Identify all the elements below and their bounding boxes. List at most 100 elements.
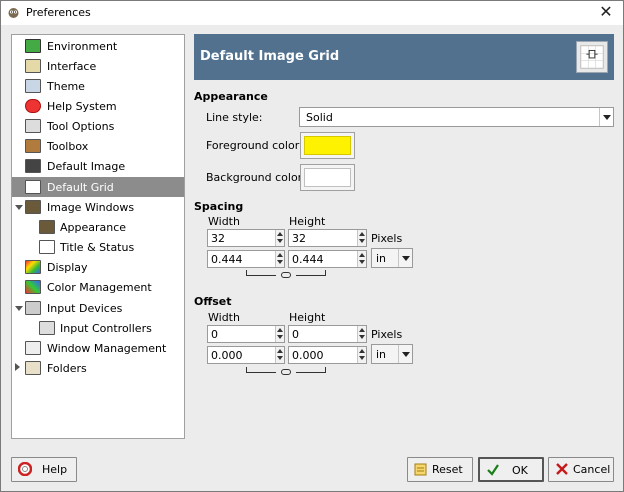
expander-closed-icon[interactable] (15, 363, 20, 371)
cancel-button[interactable]: Cancel (548, 457, 614, 482)
sidebar-item-label: Appearance (60, 221, 127, 234)
theme-icon (25, 79, 41, 93)
grid-icon (576, 41, 608, 73)
expander-open-icon[interactable] (15, 306, 23, 311)
page-title: Default Image Grid (200, 49, 340, 64)
foreground-color-button[interactable] (300, 132, 355, 159)
line-style-label: Line style: (206, 111, 263, 124)
offset-chain-link[interactable] (246, 367, 326, 377)
sidebar-item-label: Tool Options (47, 120, 115, 133)
chevron-down-icon (398, 345, 412, 363)
spin-arrows-icon[interactable] (357, 347, 366, 363)
help-button-label: Help (42, 463, 68, 476)
background-color-swatch (304, 168, 351, 187)
offset-width-px-input[interactable]: 0 (207, 325, 285, 343)
sidebar-item-input-controllers[interactable]: Input Controllers (12, 318, 184, 338)
sidebar-item-tool-options[interactable]: Tool Options (12, 116, 184, 136)
help-button[interactable]: Help (11, 457, 77, 482)
ok-check-icon (487, 464, 499, 476)
spin-arrows-icon[interactable] (275, 326, 284, 342)
sidebar-item-label: Default Grid (47, 181, 114, 194)
spin-arrows-icon[interactable] (275, 251, 284, 267)
chain-icon (281, 369, 291, 375)
spin-arrows-icon[interactable] (275, 230, 284, 246)
offset-pixels-label: Pixels (371, 328, 403, 341)
offset-width-label: Width (208, 311, 240, 324)
sidebar-item-label: Input Devices (47, 302, 123, 315)
spacing-height-in-input[interactable]: 0.444 (288, 250, 367, 268)
spacing-height-in-value: 0.444 (292, 253, 324, 266)
spin-arrows-icon[interactable] (275, 347, 284, 363)
sidebar-item-input-devices[interactable]: Input Devices (12, 298, 184, 318)
spacing-width-px-value: 32 (211, 232, 225, 245)
sidebar-item-title-status[interactable]: Title & Status (12, 237, 184, 257)
offset-width-px-value: 0 (211, 328, 218, 341)
line-style-value: Solid (306, 111, 333, 124)
sidebar-item-interface[interactable]: Interface (12, 56, 184, 76)
chevron-down-icon (398, 249, 412, 267)
expander-open-icon[interactable] (15, 205, 23, 210)
line-style-select[interactable]: Solid (299, 107, 614, 127)
spacing-chain-link[interactable] (246, 270, 326, 280)
display-icon (25, 260, 41, 274)
window-title: Preferences (26, 6, 91, 19)
close-icon[interactable]: ✕ (597, 3, 615, 21)
spacing-section-label: Spacing (194, 200, 244, 213)
toolbox-icon (25, 139, 41, 153)
offset-width-in-input[interactable]: 0.000 (207, 346, 285, 364)
sidebar-item-label: Environment (47, 40, 118, 53)
spacing-unit-select[interactable]: in (371, 248, 413, 268)
spacing-height-px-input[interactable]: 32 (288, 229, 367, 247)
offset-height-in-input[interactable]: 0.000 (288, 346, 367, 364)
spin-arrows-icon[interactable] (357, 326, 366, 342)
cancel-button-label: Cancel (573, 463, 611, 476)
cancel-x-icon (556, 463, 568, 475)
preferences-window: Preferences ✕ Environment Interface Them… (0, 0, 624, 492)
sidebar-item-default-grid[interactable]: Default Grid (12, 177, 184, 197)
tool-options-icon (25, 119, 41, 133)
input-devices-icon (25, 301, 41, 315)
sidebar-item-label: Interface (47, 60, 97, 73)
sidebar-item-appearance[interactable]: Appearance (12, 217, 184, 237)
appearance-section-label: Appearance (194, 90, 268, 103)
spacing-pixels-label: Pixels (371, 232, 403, 245)
spacing-width-px-input[interactable]: 32 (207, 229, 285, 247)
sidebar-item-toolbox[interactable]: Toolbox (12, 136, 184, 156)
sidebar-item-help-system[interactable]: Help System (12, 96, 184, 116)
spacing-width-in-input[interactable]: 0.444 (207, 250, 285, 268)
spin-arrows-icon[interactable] (357, 230, 366, 246)
sidebar-item-window-management[interactable]: Window Management (12, 338, 184, 358)
spacing-height-px-value: 32 (292, 232, 306, 245)
spacing-width-in-value: 0.444 (211, 253, 243, 266)
spin-arrows-icon[interactable] (357, 251, 366, 267)
offset-height-px-value: 0 (292, 328, 299, 341)
sidebar-item-display[interactable]: Display (12, 257, 184, 277)
title-status-icon (39, 240, 55, 254)
sidebar-item-environment[interactable]: Environment (12, 36, 184, 56)
sidebar-item-image-windows[interactable]: Image Windows (12, 197, 184, 217)
sidebar-item-folders[interactable]: Folders (12, 358, 184, 378)
sidebar-item-default-image[interactable]: Default Image (12, 156, 184, 176)
ok-button[interactable]: OK (478, 457, 544, 482)
sidebar-item-theme[interactable]: Theme (12, 76, 184, 96)
sidebar-item-label: Window Management (47, 342, 167, 355)
reset-button[interactable]: Reset (407, 457, 473, 482)
sidebar-item-label: Theme (47, 80, 85, 93)
category-tree[interactable]: Environment Interface Theme Help System … (11, 34, 185, 439)
sidebar-item-label: Help System (47, 100, 117, 113)
background-color-button[interactable] (300, 164, 355, 191)
title-bar: Preferences ✕ (1, 1, 623, 25)
offset-unit-select[interactable]: in (371, 344, 413, 364)
offset-height-px-input[interactable]: 0 (288, 325, 367, 343)
offset-height-in-value: 0.000 (292, 349, 324, 362)
interface-icon (25, 59, 41, 73)
color-management-icon (25, 280, 41, 294)
sidebar-item-color-management[interactable]: Color Management (12, 277, 184, 297)
offset-width-in-value: 0.000 (211, 349, 243, 362)
chain-icon (281, 272, 291, 278)
default-grid-icon (25, 180, 41, 194)
spacing-height-label: Height (289, 215, 326, 228)
input-controllers-icon (39, 321, 55, 335)
image-windows-icon (25, 200, 41, 214)
sidebar-item-label: Toolbox (47, 140, 89, 153)
